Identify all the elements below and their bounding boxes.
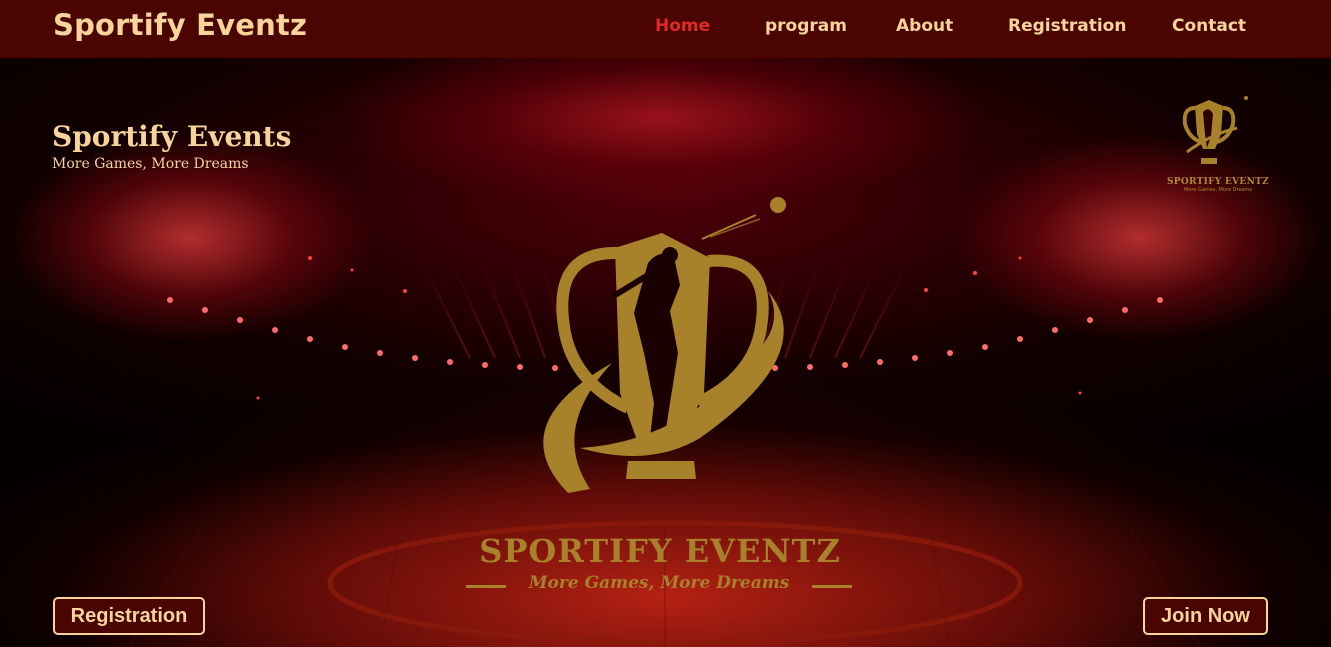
small-logo-name: SPORTIFY EVENTZ: [1167, 177, 1269, 187]
tagline-divider-right: [812, 585, 852, 588]
nav-item-about[interactable]: About: [896, 16, 953, 36]
nav-item-program[interactable]: program: [765, 16, 847, 36]
logo-name: SPORTIFY EVENTZ: [479, 532, 841, 570]
hero-title: Sportify Events: [52, 120, 292, 153]
registration-button[interactable]: Registration: [53, 597, 205, 635]
brand-logo-text[interactable]: Sportify Eventz: [53, 8, 307, 42]
logo-tagline-row: More Games, More Dreams: [466, 573, 852, 597]
trophy-logo-icon: [543, 197, 786, 493]
ball-icon: [770, 197, 786, 213]
small-logo-tagline: More Games, More Dreams: [1183, 187, 1253, 193]
hero-section: Sportify Events More Games, More Dreams …: [0, 58, 1331, 647]
join-now-button[interactable]: Join Now: [1143, 597, 1268, 635]
logo-tagline: More Games, More Dreams: [528, 573, 790, 593]
small-trophy-logo-icon: [1182, 96, 1248, 164]
nav-item-contact[interactable]: Contact: [1172, 16, 1246, 36]
navbar: Sportify Eventz Home program About Regis…: [0, 0, 1331, 58]
hero-subtitle: More Games, More Dreams: [52, 156, 249, 172]
nav-item-home[interactable]: Home: [655, 16, 710, 36]
tagline-divider-left: [466, 585, 506, 588]
nav-item-registration[interactable]: Registration: [1008, 16, 1126, 36]
